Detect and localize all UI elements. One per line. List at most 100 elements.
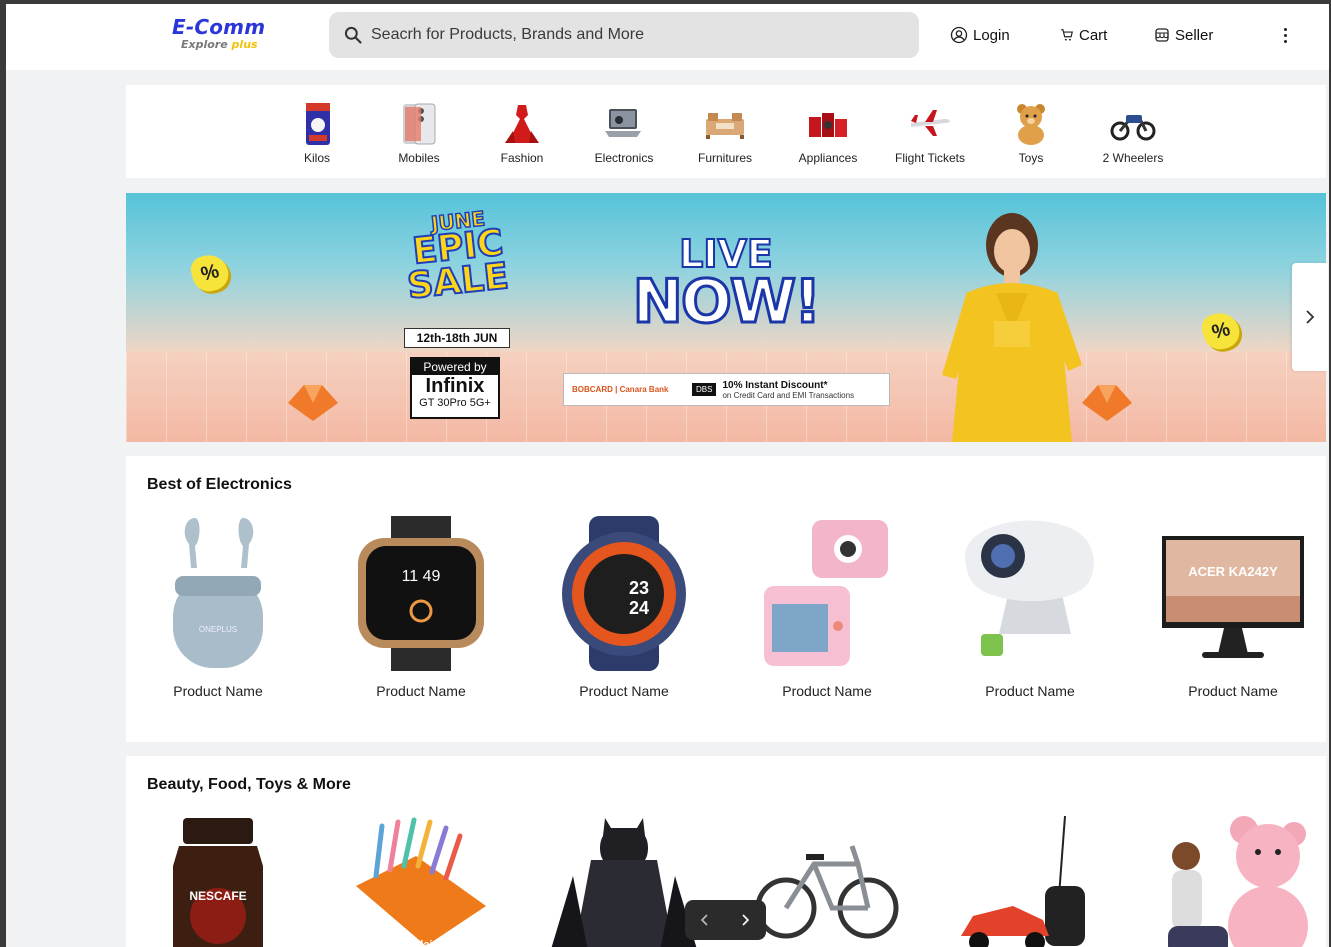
category-mobiles[interactable]: Mobiles xyxy=(374,101,464,165)
dbs-logo: DBS xyxy=(692,383,717,396)
user-circle-icon xyxy=(950,26,968,44)
category-label: Flight Tickets xyxy=(894,151,966,165)
cart-label: Cart xyxy=(1079,26,1108,44)
projector-icon xyxy=(965,520,1094,656)
pager-next-button[interactable] xyxy=(725,900,765,940)
sponsor-box: Powered by Infinix GT 30Pro 5G+ xyxy=(410,357,500,419)
percent-badge-icon: % xyxy=(187,250,233,296)
product-card[interactable] xyxy=(1158,816,1308,947)
product-card[interactable]: 23 24 Product Name xyxy=(549,516,699,699)
product-card[interactable] xyxy=(955,816,1105,947)
category-kilos[interactable]: Kilos xyxy=(272,101,362,165)
smartwatch-round-icon: 2324 xyxy=(562,516,686,671)
product-card[interactable]: Product Name xyxy=(752,516,902,699)
product-card[interactable]: Flair SRX xyxy=(346,816,496,947)
category-label: Toys xyxy=(1018,151,1044,165)
bicycle-icon xyxy=(755,845,899,939)
product-name: Product Name xyxy=(782,683,872,699)
svg-text:11 49: 11 49 xyxy=(402,568,441,585)
appliance-icon xyxy=(809,113,847,137)
bank-offer-strip: BOBCARD | Canara Bank DBS 10% Instant Di… xyxy=(563,373,890,406)
product-card[interactable] xyxy=(752,816,902,947)
pager-prev-button[interactable] xyxy=(685,900,725,940)
pens-box-icon: Flair SRX xyxy=(356,817,486,947)
store-icon xyxy=(1155,28,1169,42)
category-label: Appliances xyxy=(798,151,858,165)
category-2-wheelers[interactable]: 2 Wheelers xyxy=(1088,101,1178,165)
section-title: Beauty, Food, Toys & More xyxy=(147,776,351,793)
search-bar[interactable] xyxy=(329,12,919,58)
logo-tagline: Explore plus xyxy=(181,38,258,51)
mobile-phone-icon xyxy=(403,103,436,145)
top-header: E-Comm Explore plus Login Cart Seller xyxy=(6,4,1329,70)
login-label: Login xyxy=(973,26,1010,44)
motorbike-icon xyxy=(1110,115,1156,141)
svg-text:NESCAFE: NESCAFE xyxy=(189,889,246,903)
product-card[interactable]: ACER KA242Y Product Name xyxy=(1158,516,1308,699)
dress-icon xyxy=(505,105,539,143)
action-figure-icon xyxy=(551,818,697,947)
category-flight-tickets[interactable]: Flight Tickets xyxy=(885,101,975,165)
section-title: Best of Electronics xyxy=(147,476,292,493)
product-card[interactable]: NESCAFE xyxy=(143,816,293,947)
product-card[interactable]: ONEPLUS Product Name xyxy=(143,516,293,699)
monitor-icon: ACER KA242Y xyxy=(1162,536,1304,658)
carousel-pager xyxy=(685,900,766,940)
electronics-section: Best of Electronics ONEPLUS Product Name… xyxy=(126,456,1326,742)
model-image xyxy=(942,213,1082,442)
seller-label: Seller xyxy=(1175,26,1214,44)
gem-icon xyxy=(288,385,338,421)
category-label: Electronics xyxy=(594,151,654,165)
sale-dates: 12th-18th JUN xyxy=(404,328,510,348)
window-frame-left xyxy=(0,0,6,947)
svg-text:ONEPLUS: ONEPLUS xyxy=(199,625,237,634)
logo-title: E-Comm xyxy=(172,15,266,39)
product-name: Product Name xyxy=(985,683,1075,699)
live-now-heading: LIVE NOW! xyxy=(631,232,823,337)
bank-logos: BOBCARD | Canara Bank xyxy=(572,385,669,394)
svg-text:Flair SRX: Flair SRX xyxy=(414,939,464,947)
product-card[interactable]: 11 49 Product Name xyxy=(346,516,496,699)
seller-button[interactable]: Seller xyxy=(1154,24,1213,46)
product-name: Product Name xyxy=(376,683,466,699)
product-card[interactable] xyxy=(549,816,699,947)
laptop-icon xyxy=(605,109,641,137)
login-button[interactable]: Login xyxy=(950,24,1010,46)
smartwatch-square-icon: 11 49 xyxy=(358,516,484,671)
offer-text: 10% Instant Discount* on Credit Card and… xyxy=(722,379,855,400)
category-toys[interactable]: Toys xyxy=(986,101,1076,165)
promo-banner[interactable]: % % JUNE EPIC SALE 12th-18th JUN Powered… xyxy=(126,193,1326,442)
search-input[interactable] xyxy=(371,26,891,44)
category-label: Fashion xyxy=(500,151,544,165)
category-label: Mobiles xyxy=(398,151,440,165)
category-strip: Kilos Mobiles Fashion Electronics Furnit… xyxy=(126,85,1326,178)
chevron-right-icon xyxy=(1306,310,1315,324)
category-furnitures[interactable]: Furnitures xyxy=(680,101,770,165)
banner-next-button[interactable] xyxy=(1292,263,1328,371)
product-name: Product Name xyxy=(579,683,669,699)
product-name: Product Name xyxy=(1188,683,1278,699)
earbuds-icon: ONEPLUS xyxy=(173,518,263,668)
product-name: Product Name xyxy=(173,683,263,699)
furniture-icon xyxy=(706,113,744,139)
teddy-bear-icon xyxy=(1017,104,1045,145)
chevron-right-icon xyxy=(742,914,750,926)
category-fashion[interactable]: Fashion xyxy=(477,101,567,165)
svg-text:23: 23 xyxy=(629,578,649,598)
cart-button[interactable]: Cart xyxy=(1060,24,1107,46)
category-electronics[interactable]: Electronics xyxy=(579,101,669,165)
kids-camera-icon xyxy=(764,520,888,666)
grocery-pack-icon xyxy=(306,103,330,145)
search-icon[interactable] xyxy=(343,25,363,45)
site-logo[interactable]: E-Comm Explore plus xyxy=(172,16,282,56)
airplane-icon xyxy=(911,110,950,136)
product-card[interactable]: Product Name xyxy=(955,516,1105,699)
svg-text:ACER KA242Y: ACER KA242Y xyxy=(1188,564,1278,579)
chevron-left-icon xyxy=(700,914,708,926)
more-options-icon[interactable] xyxy=(1276,24,1294,46)
category-appliances[interactable]: Appliances xyxy=(783,101,873,165)
category-label: 2 Wheelers xyxy=(1102,151,1164,165)
rc-car-icon xyxy=(961,816,1085,947)
category-label: Furnitures xyxy=(697,151,753,165)
category-label: Kilos xyxy=(303,151,330,165)
